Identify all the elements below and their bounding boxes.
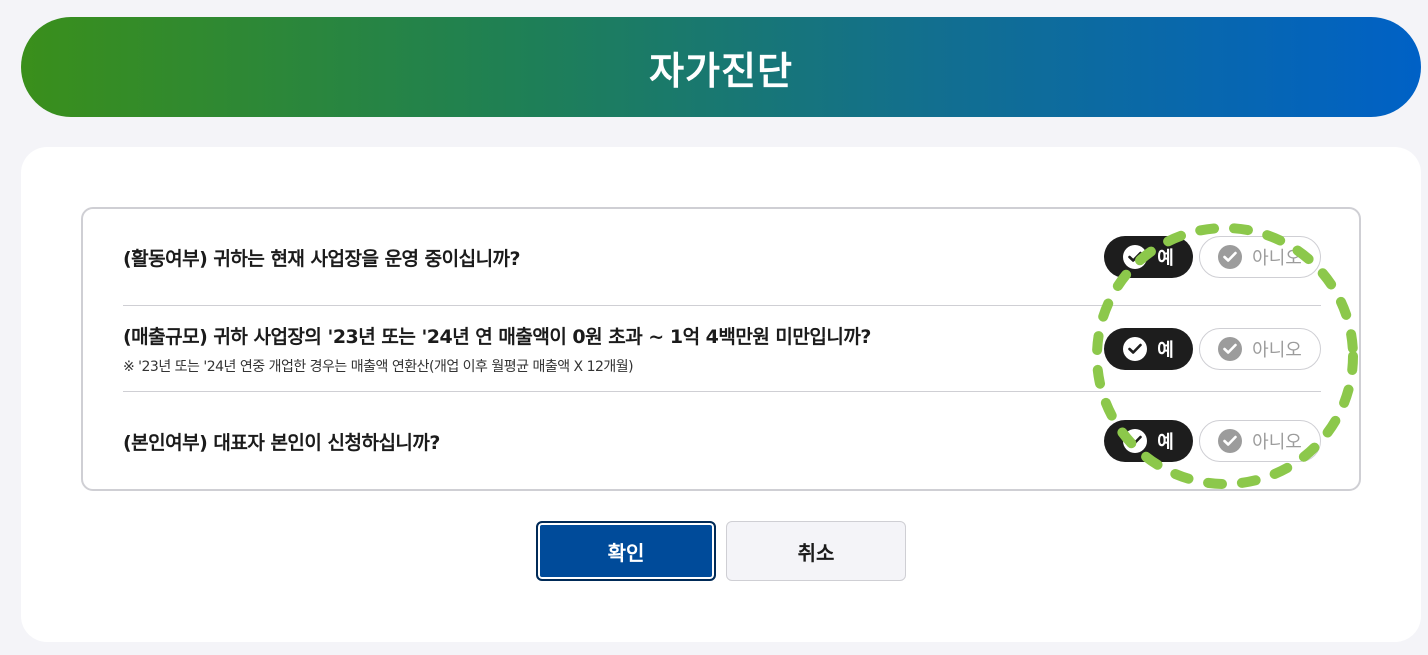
no-label: 아니오 xyxy=(1252,339,1302,361)
answer-choices: 예 아니오 xyxy=(1104,327,1321,370)
question-text-block: (활동여부) 귀하는 현재 사업장을 운영 중이십니까? xyxy=(123,244,1104,271)
no-button[interactable]: 아니오 xyxy=(1199,236,1321,278)
question-text-block: (본인여부) 대표자 본인이 신청하십니까? xyxy=(123,428,1104,455)
check-icon xyxy=(1123,245,1148,269)
question-text-block: (매출규모) 귀하 사업장의 '23년 또는 '24년 연 매출액이 0원 초과… xyxy=(123,322,1104,376)
question-text: (매출규모) 귀하 사업장의 '23년 또는 '24년 연 매출액이 0원 초과… xyxy=(123,325,871,348)
cancel-button[interactable]: 취소 xyxy=(726,521,906,581)
question-list: (활동여부) 귀하는 현재 사업장을 운영 중이십니까? 예 아니오 (매출규모… xyxy=(81,207,1361,491)
check-icon xyxy=(1218,429,1243,453)
question-row-revenue: (매출규모) 귀하 사업장의 '23년 또는 '24년 연 매출액이 0원 초과… xyxy=(123,306,1321,392)
check-icon xyxy=(1218,336,1243,361)
self-diagnosis-card: (활동여부) 귀하는 현재 사업장을 운영 중이십니까? 예 아니오 (매출규모… xyxy=(21,147,1421,642)
question-note: ※ '23년 또는 '24년 연중 개업한 경우는 매출액 연환산(개업 이후 … xyxy=(123,358,634,375)
action-bar: 확인 취소 xyxy=(21,521,1421,581)
no-label: 아니오 xyxy=(1252,432,1302,453)
answer-choices: 예 아니오 xyxy=(1104,420,1321,462)
yes-label: 예 xyxy=(1157,432,1174,453)
check-icon xyxy=(1123,336,1148,361)
page-header: 자가진단 xyxy=(21,17,1421,117)
question-row-activity: (활동여부) 귀하는 현재 사업장을 운영 중이십니까? 예 아니오 xyxy=(123,209,1321,306)
confirm-button[interactable]: 확인 xyxy=(536,521,716,581)
check-icon xyxy=(1218,245,1243,269)
yes-button[interactable]: 예 xyxy=(1104,420,1193,462)
no-button[interactable]: 아니오 xyxy=(1199,420,1321,462)
yes-label: 예 xyxy=(1157,339,1174,361)
question-text: (활동여부) 귀하는 현재 사업장을 운영 중이십니까? xyxy=(123,247,521,270)
answer-choices: 예 아니오 xyxy=(1104,236,1321,278)
question-row-identity: (본인여부) 대표자 본인이 신청하십니까? 예 아니오 xyxy=(123,392,1321,490)
no-button[interactable]: 아니오 xyxy=(1199,327,1321,370)
page-title: 자가진단 xyxy=(649,48,793,93)
check-icon xyxy=(1123,429,1148,453)
yes-button[interactable]: 예 xyxy=(1104,327,1193,370)
no-label: 아니오 xyxy=(1252,248,1302,269)
yes-label: 예 xyxy=(1157,248,1174,269)
question-text: (본인여부) 대표자 본인이 신청하십니까? xyxy=(123,431,440,454)
yes-button[interactable]: 예 xyxy=(1104,236,1193,278)
